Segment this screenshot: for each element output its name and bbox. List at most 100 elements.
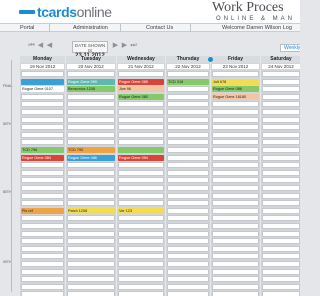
tcard-slot[interactable] (118, 283, 164, 290)
tcard-slot[interactable] (21, 245, 64, 252)
tcard-slot[interactable] (118, 253, 164, 260)
tcard-slot[interactable] (118, 276, 164, 283)
tcard-slot[interactable] (21, 169, 64, 176)
tcard[interactable]: Rogue Gene 086 (212, 86, 259, 93)
tcard-slot[interactable] (21, 276, 64, 283)
tcard[interactable]: Rogue Gene 090 (67, 78, 115, 85)
tcard-slot[interactable] (67, 276, 115, 283)
tcard-slot[interactable] (262, 245, 300, 252)
tcard-slot[interactable] (167, 283, 209, 290)
tcard-slot[interactable] (67, 261, 115, 267)
tcard-slot[interactable] (67, 169, 115, 176)
tcard-slot[interactable] (262, 154, 300, 161)
tcard-slot[interactable] (167, 185, 209, 191)
tcard-slot[interactable] (21, 93, 64, 100)
tcard-slot[interactable] (212, 192, 259, 199)
tcard-slot[interactable] (262, 162, 300, 169)
prev-icon[interactable]: ◀ (46, 42, 53, 50)
tcard-slot[interactable] (67, 238, 115, 245)
date-shown-box[interactable]: DATE SHOWN IS 23.11.2012 (72, 41, 108, 59)
tcard-slot[interactable] (21, 200, 64, 207)
tcard-slot[interactable] (167, 207, 209, 214)
tcard-slot[interactable] (212, 109, 259, 115)
tcard-slot[interactable] (118, 162, 164, 169)
tcard-slot[interactable] (262, 283, 300, 290)
tcard-slot[interactable] (67, 192, 115, 199)
tcard-slot[interactable] (167, 223, 209, 229)
tcard-slot[interactable] (262, 177, 300, 184)
tcard-slot[interactable] (212, 268, 259, 275)
tcard-slot[interactable] (167, 131, 209, 138)
tcard-slot[interactable] (167, 238, 209, 245)
tcard-slot[interactable] (21, 101, 64, 108)
tcard-slot[interactable] (262, 109, 300, 115)
tcard-slot[interactable] (262, 215, 300, 222)
next-page-icon[interactable]: ▶ (121, 42, 128, 50)
tcard-slot[interactable] (262, 230, 300, 237)
tcard-slot[interactable] (262, 147, 300, 153)
tcard-slot[interactable] (167, 261, 209, 267)
tcard-slot[interactable] (21, 177, 64, 184)
tcard-slot[interactable] (118, 215, 164, 222)
tcard-slot[interactable] (167, 139, 209, 146)
tcard-slot[interactable] (262, 291, 300, 296)
tcard-slot[interactable] (167, 116, 209, 123)
tcard-slot[interactable] (167, 86, 209, 93)
tcard[interactable] (118, 147, 164, 153)
tcard-slot[interactable] (212, 169, 259, 176)
last-page-icon[interactable]: ⏭ (130, 42, 137, 50)
tcard[interactable]: Bensonics 1208 (67, 86, 115, 93)
tcard[interactable]: Rogue Gene 080 (118, 93, 164, 100)
tcard-slot[interactable] (212, 230, 259, 237)
tcard[interactable]: Rogue Gene 089 (118, 78, 164, 85)
tcard[interactable]: Rogue Gene 094 (118, 154, 164, 161)
nav-administration[interactable]: Administration (73, 25, 108, 31)
tcard-slot[interactable] (212, 147, 259, 153)
tcard-slot[interactable] (118, 101, 164, 108)
tcard-slot[interactable] (167, 200, 209, 207)
tcard-slot[interactable] (262, 93, 300, 100)
tcards-logo[interactable]: tcards online (19, 3, 112, 20)
tcard-slot[interactable] (167, 169, 209, 176)
tcard-slot[interactable] (118, 177, 164, 184)
tcard-slot[interactable] (118, 71, 164, 77)
tcard-slot[interactable] (167, 147, 209, 153)
tcard-slot[interactable] (262, 192, 300, 199)
tcard-slot[interactable] (167, 109, 209, 115)
tcard-slot[interactable] (167, 93, 209, 100)
tcard-slot[interactable] (167, 154, 209, 161)
tcard-slot[interactable] (167, 268, 209, 275)
tcard[interactable]: Patch 1208 (67, 207, 115, 214)
tcard-slot[interactable] (118, 124, 164, 131)
tcard-slot[interactable] (212, 276, 259, 283)
tcard-slot[interactable] (167, 230, 209, 237)
tcard-slot[interactable] (67, 283, 115, 290)
tcard-slot[interactable] (212, 215, 259, 222)
tcard-slot[interactable] (21, 230, 64, 237)
tcard-slot[interactable] (21, 116, 64, 123)
tcard[interactable]: TCD 796 (21, 147, 64, 153)
tcard-slot[interactable] (212, 116, 259, 123)
tcard-slot[interactable] (262, 86, 300, 93)
tcard-slot[interactable] (118, 116, 164, 123)
tcard-slot[interactable] (212, 139, 259, 146)
tcard-slot[interactable] (67, 253, 115, 260)
tcard-slot[interactable] (21, 192, 64, 199)
tcard-slot[interactable] (167, 253, 209, 260)
tcard-slot[interactable] (67, 223, 115, 229)
tcard-slot[interactable] (118, 185, 164, 191)
tcard-slot[interactable] (262, 139, 300, 146)
tcard-slot[interactable] (67, 268, 115, 275)
tcard-slot[interactable] (167, 276, 209, 283)
tcard[interactable]: Jive 96 (118, 86, 164, 93)
tcard[interactable]: Rogue Gene 086 (67, 154, 115, 161)
tcard-slot[interactable] (118, 291, 164, 296)
tcard-slot[interactable] (21, 185, 64, 191)
tcard-slot[interactable] (21, 253, 64, 260)
tcard-slot[interactable] (118, 200, 164, 207)
tcard-slot[interactable] (118, 238, 164, 245)
tcard-slot[interactable] (21, 268, 64, 275)
tcard-slot[interactable] (118, 192, 164, 199)
tcard-slot[interactable] (212, 124, 259, 131)
tcard-slot[interactable] (67, 200, 115, 207)
